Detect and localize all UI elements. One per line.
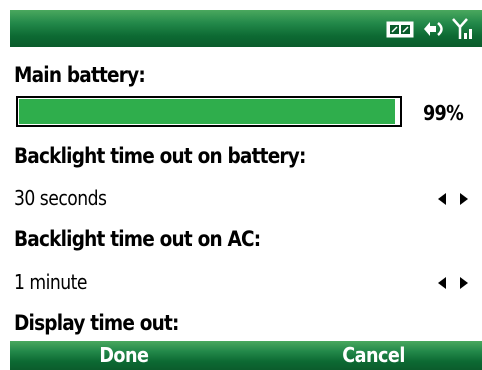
backlight-ac-spinner[interactable] <box>438 277 468 289</box>
backlight-ac-value[interactable]: 1 minute <box>14 270 87 294</box>
cancel-softkey[interactable]: Cancel <box>342 341 405 370</box>
left-arrow-icon[interactable] <box>438 277 446 289</box>
right-arrow-icon[interactable] <box>460 277 468 289</box>
backlight-battery-spinner[interactable] <box>438 193 468 205</box>
battery-fill <box>19 99 395 124</box>
battery-progress-bar <box>16 96 402 127</box>
display-timeout-label: Display time out: <box>14 311 179 335</box>
backlight-battery-value[interactable]: 30 seconds <box>14 186 107 210</box>
settings-content: Main battery: 99% Backlight time out on … <box>10 47 482 341</box>
battery-percent: 99% <box>423 101 464 125</box>
status-bar <box>10 10 482 48</box>
left-arrow-icon[interactable] <box>438 193 446 205</box>
backlight-battery-label: Backlight time out on battery: <box>14 144 306 168</box>
backlight-ac-label: Backlight time out on AC: <box>14 227 261 251</box>
connection-icon <box>421 18 447 40</box>
battery-icon <box>386 18 416 40</box>
right-arrow-icon[interactable] <box>460 193 468 205</box>
main-battery-label: Main battery: <box>14 63 146 87</box>
signal-icon <box>452 17 474 41</box>
status-icons <box>386 16 474 42</box>
softkey-bar: Done Cancel <box>10 341 482 370</box>
done-softkey[interactable]: Done <box>99 341 149 370</box>
